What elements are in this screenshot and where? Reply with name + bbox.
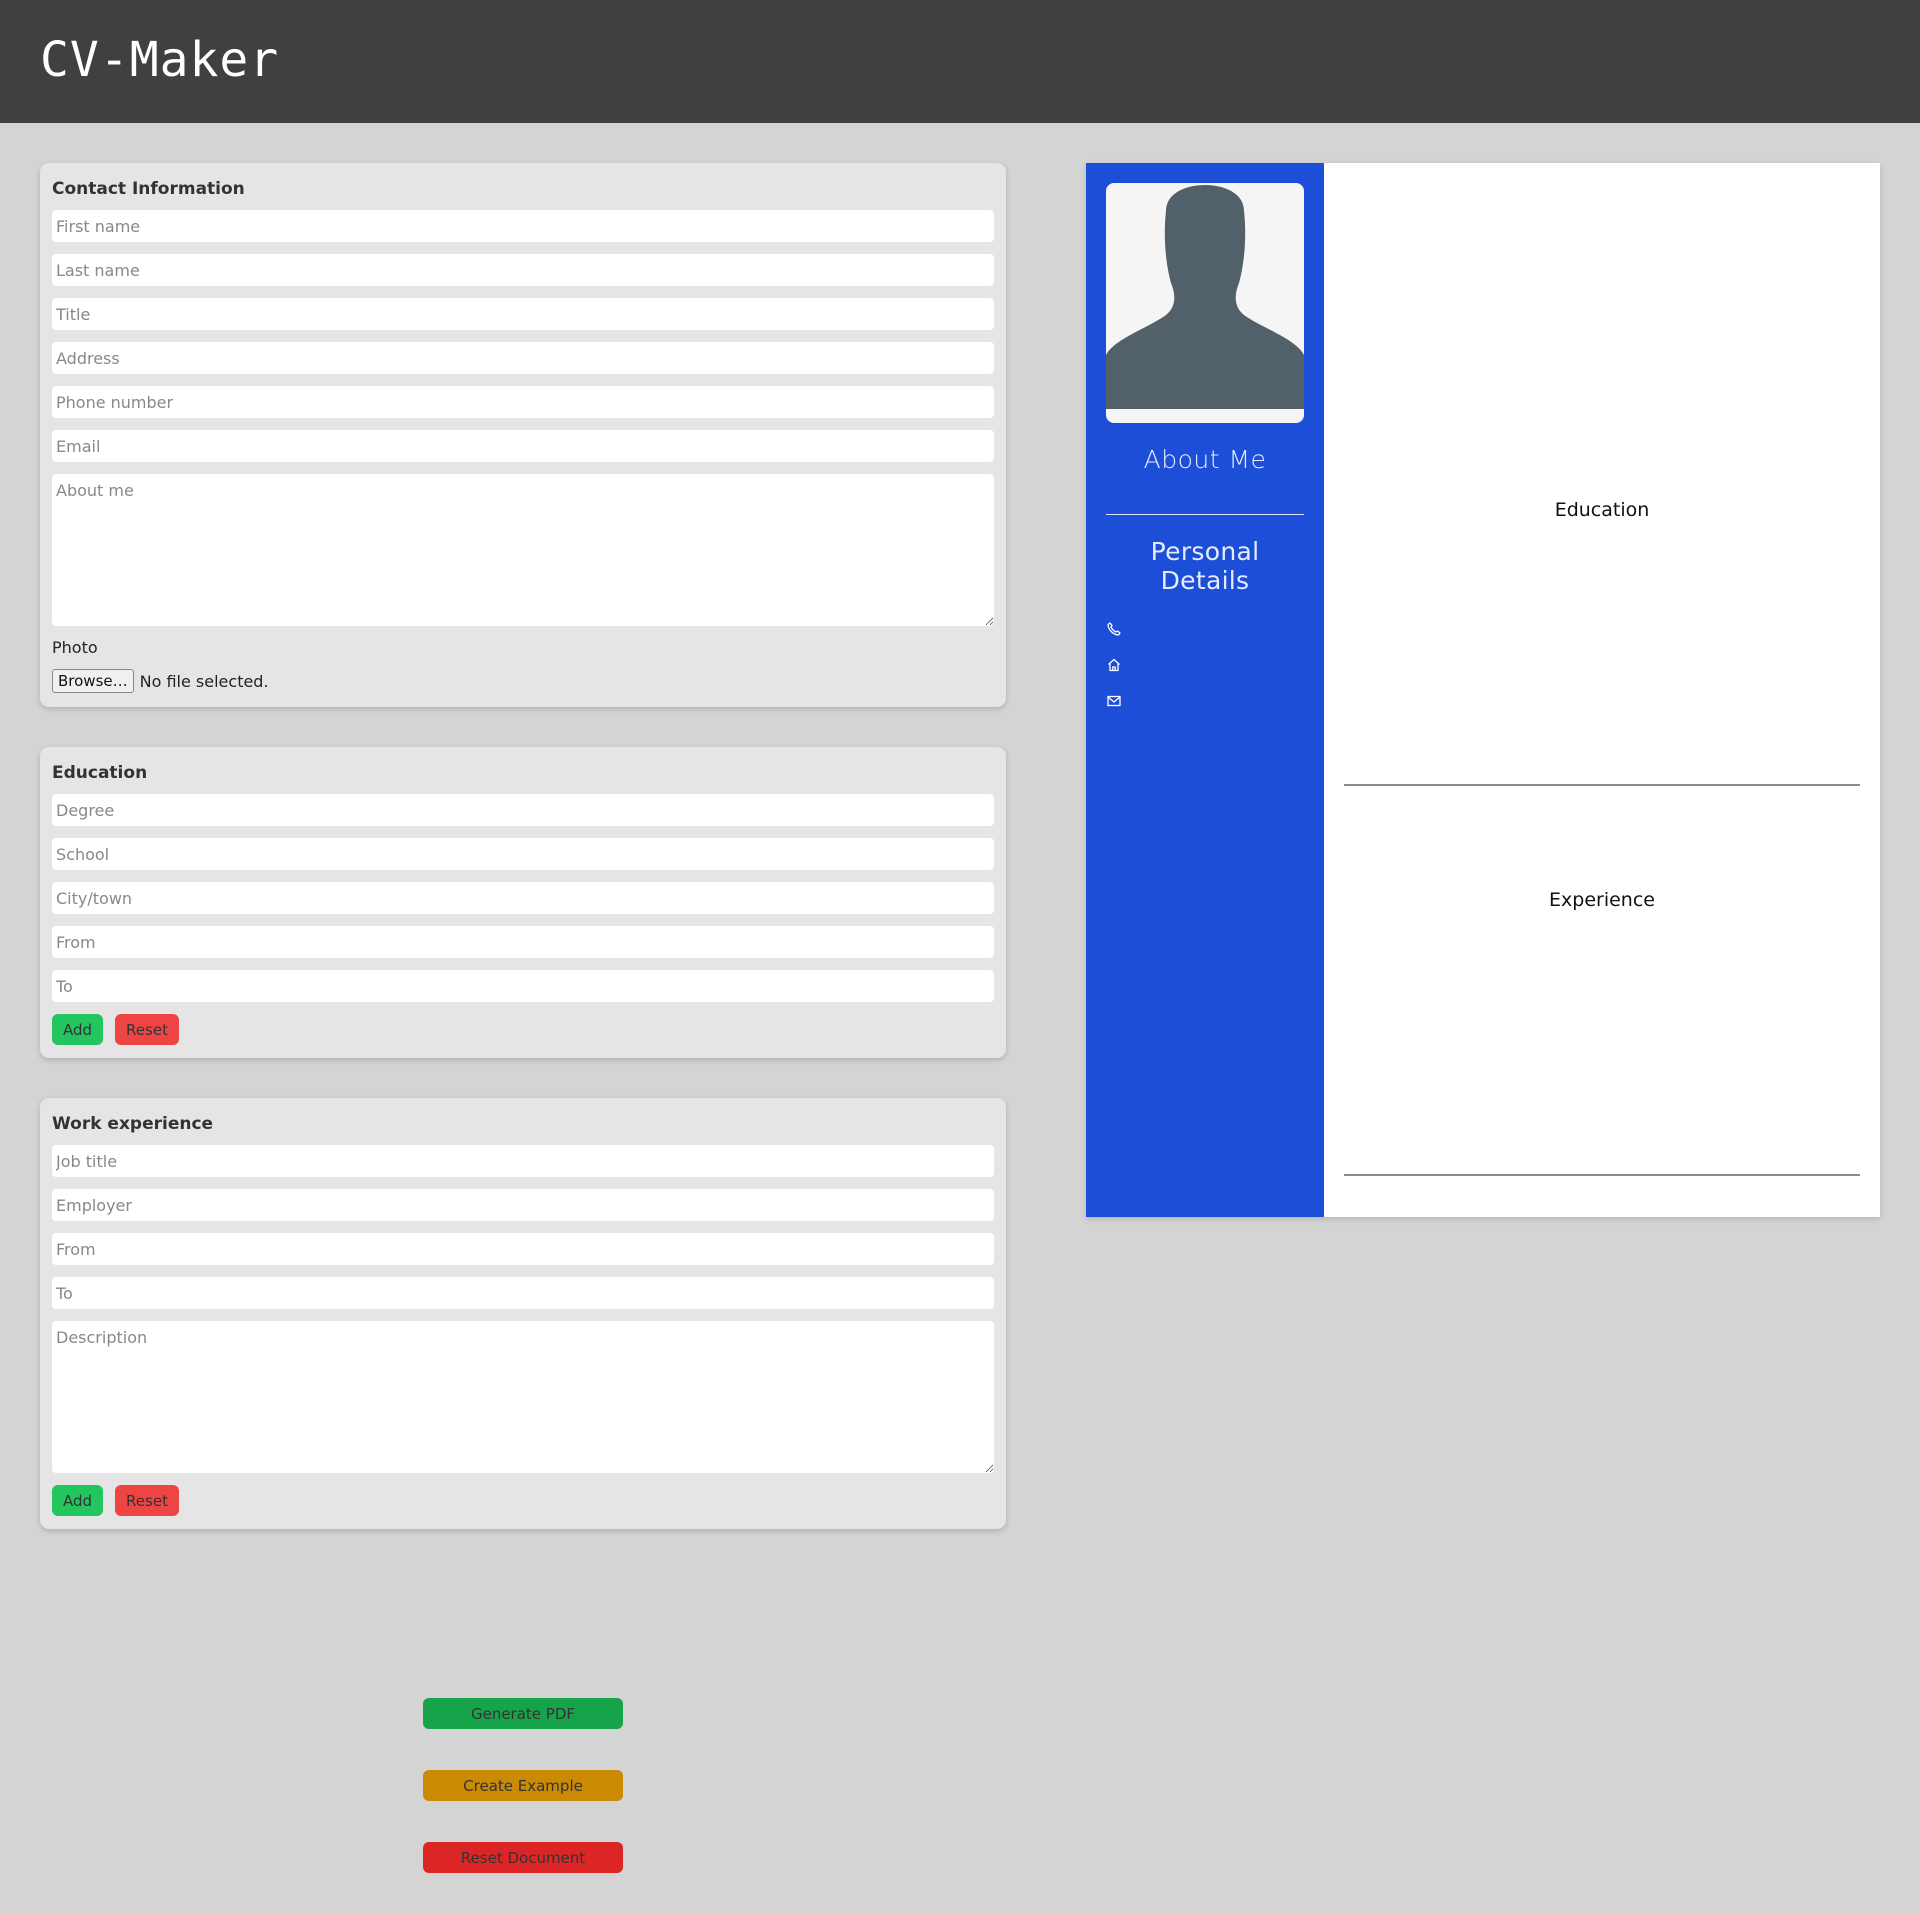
cv-preview: About Me Personal Details Education Expe… — [1086, 163, 1880, 1217]
education-add-button[interactable]: Add — [52, 1014, 104, 1045]
about-me-heading: About Me — [1143, 445, 1267, 474]
phone-item — [1106, 611, 1304, 647]
contact-icon-list — [1106, 611, 1304, 719]
last-name-input[interactable] — [52, 254, 994, 286]
phone-icon — [1107, 622, 1121, 636]
cv-content: Education Experience — [1324, 163, 1880, 1217]
app-header: CV-Maker — [0, 0, 1920, 123]
education-button-row: Add Reset — [52, 1014, 994, 1046]
work-heading: Work experience — [52, 1114, 214, 1134]
job-title-input[interactable] — [52, 1145, 994, 1177]
address-item — [1106, 647, 1304, 683]
work-reset-button[interactable]: Reset — [115, 1485, 179, 1516]
education-section: Education — [1344, 163, 1860, 786]
reset-document-button[interactable]: Reset Document — [423, 1842, 623, 1873]
experience-section-divider — [1344, 1174, 1860, 1176]
form-column: Contact Information Photo Browse… No fil… — [40, 163, 1006, 1569]
employer-input[interactable] — [52, 1189, 994, 1221]
cv-sidebar: About Me Personal Details — [1086, 163, 1324, 1217]
document-actions: Generate PDF Create Example Reset Docume… — [423, 1698, 623, 1914]
email-item — [1106, 683, 1304, 719]
education-heading: Education — [52, 763, 148, 783]
work-from-input[interactable] — [52, 1233, 994, 1265]
city-input[interactable] — [52, 882, 994, 914]
photo-label: Photo — [52, 638, 98, 657]
education-reset-button[interactable]: Reset — [115, 1014, 179, 1045]
sidebar-divider — [1106, 514, 1304, 515]
photo-file-input: Browse… No file selected. — [52, 669, 994, 695]
browse-button[interactable]: Browse… — [52, 669, 134, 693]
profile-photo — [1106, 183, 1304, 423]
personal-details-heading: Personal Details — [1150, 537, 1260, 595]
address-input[interactable] — [52, 342, 994, 374]
file-status-text: No file selected. — [139, 671, 269, 691]
work-add-button[interactable]: Add — [52, 1485, 104, 1516]
phone-input[interactable] — [52, 386, 994, 418]
education-from-input[interactable] — [52, 926, 994, 958]
degree-input[interactable] — [52, 794, 994, 826]
work-to-input[interactable] — [52, 1277, 994, 1309]
description-textarea[interactable] — [52, 1321, 994, 1473]
school-input[interactable] — [52, 838, 994, 870]
first-name-input[interactable] — [52, 210, 994, 242]
education-card: Education Add Reset — [40, 747, 1006, 1058]
avatar-placeholder-icon — [1106, 185, 1304, 409]
title-input[interactable] — [52, 298, 994, 330]
education-to-input[interactable] — [52, 970, 994, 1002]
create-example-button[interactable]: Create Example — [423, 1770, 623, 1801]
mail-icon — [1107, 695, 1121, 707]
generate-pdf-button[interactable]: Generate PDF — [423, 1698, 623, 1729]
experience-section: Experience — [1344, 786, 1860, 1176]
work-card: Work experience Add Reset — [40, 1098, 1006, 1529]
contact-heading: Contact Information — [52, 179, 245, 199]
education-section-title: Education — [1554, 499, 1650, 521]
contact-card: Contact Information Photo Browse… No fil… — [40, 163, 1006, 707]
work-button-row: Add Reset — [52, 1485, 994, 1517]
about-me-textarea[interactable] — [52, 474, 994, 626]
app-title: CV-Maker — [40, 31, 280, 88]
email-input[interactable] — [52, 430, 994, 462]
home-icon — [1108, 658, 1120, 672]
experience-section-title: Experience — [1549, 889, 1655, 911]
